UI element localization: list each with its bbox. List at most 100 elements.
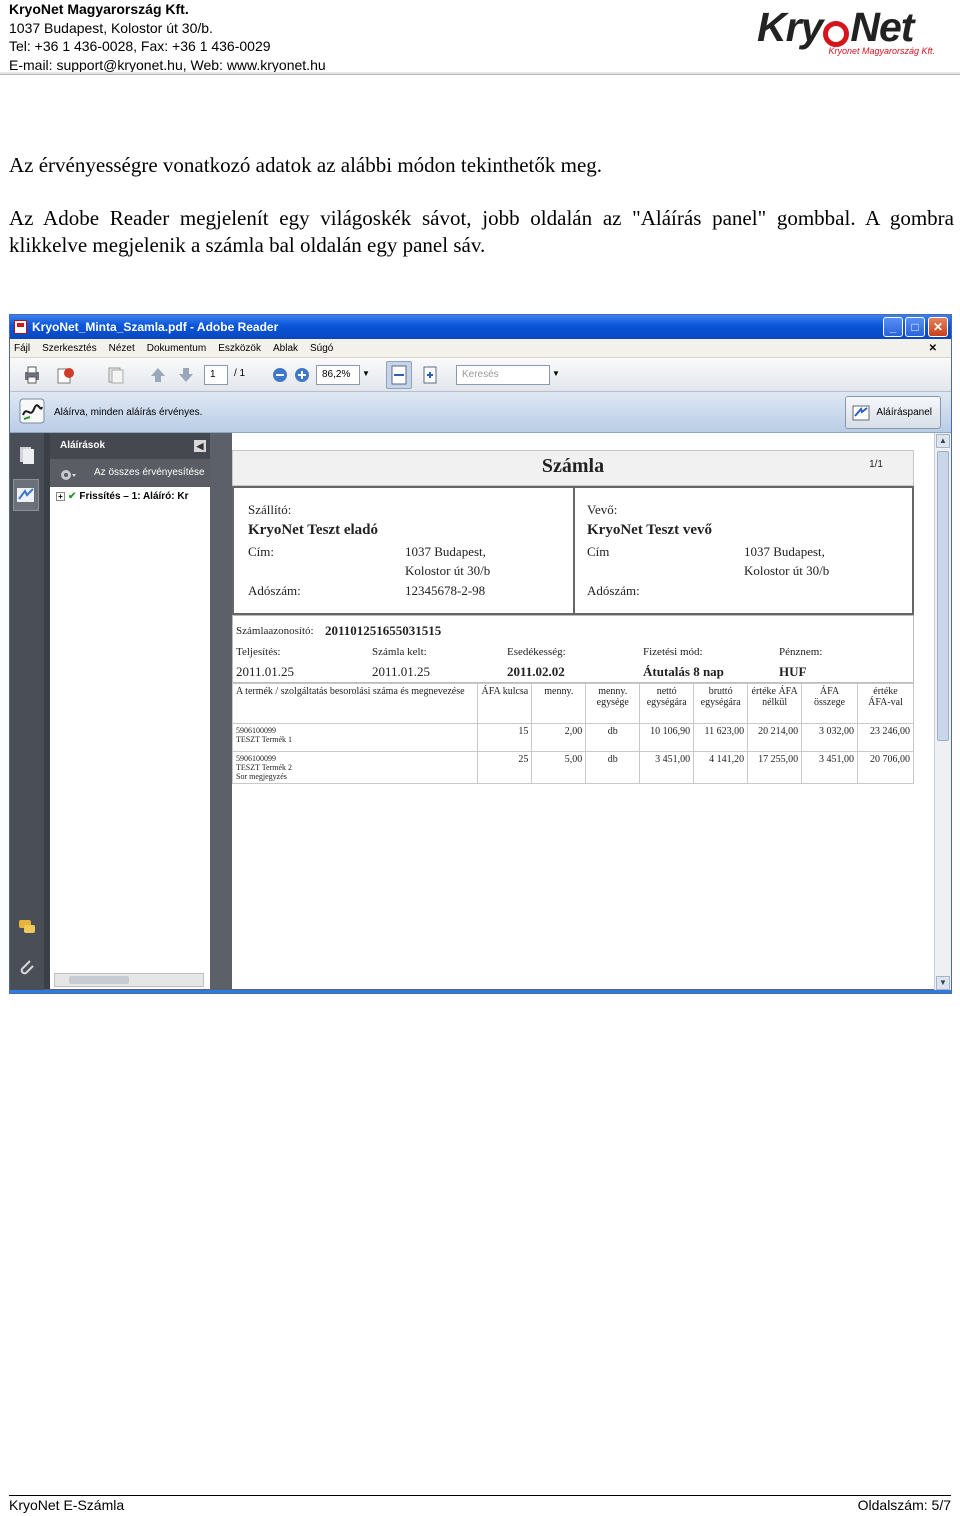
payment-method: Átutalás 8 nap bbox=[643, 664, 724, 679]
table-header-row: A termék / szolgáltatás besorolási száma… bbox=[231, 683, 914, 724]
search-input[interactable]: Keresés bbox=[456, 365, 550, 385]
panel-splitter[interactable] bbox=[210, 433, 232, 993]
zoom-in-icon[interactable] bbox=[292, 365, 312, 385]
signature-pen-icon bbox=[18, 397, 46, 425]
signatures-panel-header: Aláírások ◀ bbox=[50, 433, 210, 459]
issued-date: 2011.01.25 bbox=[372, 664, 431, 679]
item-gross-total: 23 246,00 bbox=[857, 723, 914, 752]
zoom-dropdown-icon[interactable]: ▼ bbox=[362, 365, 370, 385]
search-dropdown-icon[interactable]: ▼ bbox=[552, 365, 560, 385]
column-header: értéke ÁFA nélkül bbox=[747, 683, 803, 724]
column-header: menny. egysége bbox=[585, 683, 641, 724]
tree-expand-icon[interactable]: + bbox=[56, 491, 65, 501]
footer-page-number: Oldalszám: 5/7 bbox=[857, 1497, 951, 1513]
fit-page-icon[interactable] bbox=[420, 365, 440, 385]
fulfilment-label: Teljesítés: bbox=[236, 646, 281, 658]
item-vat-rate: 25 bbox=[477, 751, 533, 784]
item-quantity: 5,00 bbox=[531, 751, 587, 784]
buyer-label: Vevő: bbox=[587, 502, 618, 517]
currency-label: Pénznem: bbox=[779, 646, 823, 658]
maximize-button[interactable]: □ bbox=[905, 317, 925, 337]
signature-tree: + ✔ Frissítés – 1: Aláíró: Kr bbox=[50, 487, 210, 502]
item-unit: db bbox=[585, 751, 641, 784]
pages-panel-icon[interactable] bbox=[17, 445, 37, 465]
item-net-total: 20 214,00 bbox=[747, 723, 803, 752]
item-code: 5906100099 bbox=[236, 754, 276, 763]
page-header: KryoNet Magyarország Kft. 1037 Budapest,… bbox=[9, 0, 951, 74]
buyer-name: KryoNet Teszt vevő bbox=[587, 522, 712, 538]
collaborate-icon[interactable] bbox=[56, 365, 76, 385]
signature-panel-label: Aláíráspanel bbox=[876, 407, 932, 418]
next-page-icon[interactable] bbox=[176, 365, 196, 385]
due-label: Esedékesség: bbox=[507, 646, 566, 658]
column-header: nettó egységára bbox=[639, 683, 695, 724]
signature-panel-button[interactable]: Aláíráspanel bbox=[845, 396, 941, 429]
page-total: / 1 bbox=[234, 368, 246, 379]
signature-panel-icon bbox=[852, 404, 870, 422]
header-rule bbox=[0, 72, 960, 75]
pages-icon[interactable] bbox=[106, 365, 126, 385]
logo-tagline: Kryonet Magyarország Kft. bbox=[828, 46, 935, 56]
attachment-icon[interactable] bbox=[17, 957, 37, 977]
due-date: 2011.02.02 bbox=[507, 664, 565, 679]
page-number-input[interactable]: 1 bbox=[204, 365, 228, 385]
comments-icon[interactable] bbox=[17, 917, 37, 937]
scroll-down-icon[interactable]: ▼ bbox=[936, 976, 950, 990]
currency-value: HUF bbox=[779, 664, 807, 679]
item-gross-unit-price: 11 623,00 bbox=[693, 723, 749, 752]
menu-bar: Fájl Szerkesztés Nézet Dokumentum Eszközök Ab… bbox=[10, 339, 951, 358]
menu-file[interactable]: Fájl bbox=[14, 343, 30, 354]
item-vat-total: 3 032,00 bbox=[801, 723, 859, 752]
menu-edit[interactable]: Szerkesztés bbox=[42, 343, 96, 354]
buyer-tax-label: Adószám: bbox=[587, 583, 640, 598]
signature-valid-icon: ✔ bbox=[68, 491, 77, 502]
invoice-id-label: Számlaazonosító: bbox=[236, 625, 314, 637]
seller-tax-label: Adószám: bbox=[248, 583, 301, 598]
logo-word-right: Net bbox=[850, 4, 914, 50]
item-name: TESZT Termék 1 bbox=[236, 735, 293, 744]
collapse-panel-icon[interactable]: ◀ bbox=[194, 440, 206, 452]
signatures-panel-title: Aláírások bbox=[60, 440, 106, 451]
item-unit: db bbox=[585, 723, 641, 752]
buyer-address-2: Kolostor út 30/b bbox=[744, 563, 830, 578]
invoice-title: Számla bbox=[541, 455, 605, 477]
document-vertical-scrollbar[interactable]: ▲ ▼ bbox=[934, 433, 951, 993]
column-header: ÁFA kulcsa bbox=[477, 683, 533, 724]
adobe-reader-screenshot: KryoNet_Minta_Szamla.pdf - Adobe Reader … bbox=[9, 314, 952, 994]
previous-page-icon[interactable] bbox=[148, 365, 168, 385]
options-gear-icon[interactable] bbox=[60, 466, 76, 480]
minimize-button[interactable]: _ bbox=[883, 317, 903, 337]
invoice-items-table: A termék / szolgáltatás besorolási száma… bbox=[231, 683, 914, 784]
close-button[interactable]: ✕ bbox=[928, 317, 948, 337]
buyer-address-1: 1037 Budapest, bbox=[744, 544, 825, 559]
panel-horizontal-scrollbar[interactable] bbox=[54, 973, 204, 987]
column-header: ÁFA összege bbox=[801, 683, 859, 724]
footer-left: KryoNet E-Számla bbox=[9, 1497, 125, 1513]
menu-help[interactable]: Súgó bbox=[310, 343, 333, 354]
print-icon[interactable] bbox=[22, 365, 42, 385]
menu-tools[interactable]: Eszközök bbox=[218, 343, 261, 354]
signatures-panel-toolbar: Az összes érvényesítése bbox=[50, 459, 210, 487]
scroll-up-icon[interactable]: ▲ bbox=[936, 434, 950, 448]
signatures-panel-icon[interactable] bbox=[13, 479, 39, 511]
menu-document[interactable]: Dokumentum bbox=[147, 343, 206, 354]
signature-tree-item[interactable]: Frissítés – 1: Aláíró: Kr bbox=[79, 491, 188, 502]
zoom-out-icon[interactable] bbox=[270, 365, 290, 385]
fit-width-icon[interactable] bbox=[386, 361, 412, 389]
scrollbar-thumb[interactable] bbox=[937, 451, 949, 741]
document-close-icon[interactable]: ✕ bbox=[929, 339, 937, 358]
validate-all-link[interactable]: Az összes érvényesítése bbox=[94, 467, 205, 478]
invoice-page: 1/1 bbox=[869, 459, 883, 470]
buyer-address-label: Cím bbox=[587, 544, 610, 559]
seller-address-1: 1037 Budapest, bbox=[405, 544, 486, 559]
menu-window[interactable]: Ablak bbox=[273, 343, 298, 354]
item-description: 5906100099 TESZT Termék 2 Sor megjegyzés bbox=[231, 751, 479, 784]
description-paragraph: Az Adobe Reader megjelenít egy világoské… bbox=[9, 206, 954, 257]
navigation-strip bbox=[10, 433, 44, 993]
menu-view[interactable]: Nézet bbox=[109, 343, 135, 354]
seller-tax-number: 12345678-2-98 bbox=[405, 583, 486, 598]
zoom-level-input[interactable]: 86,2% bbox=[316, 365, 360, 385]
logo-ring-icon bbox=[823, 20, 850, 47]
window-titlebar: KryoNet_Minta_Szamla.pdf - Adobe Reader … bbox=[10, 315, 951, 339]
toolbar: 1 / 1 86,2% ▼ Keresés ▼ bbox=[10, 358, 951, 392]
